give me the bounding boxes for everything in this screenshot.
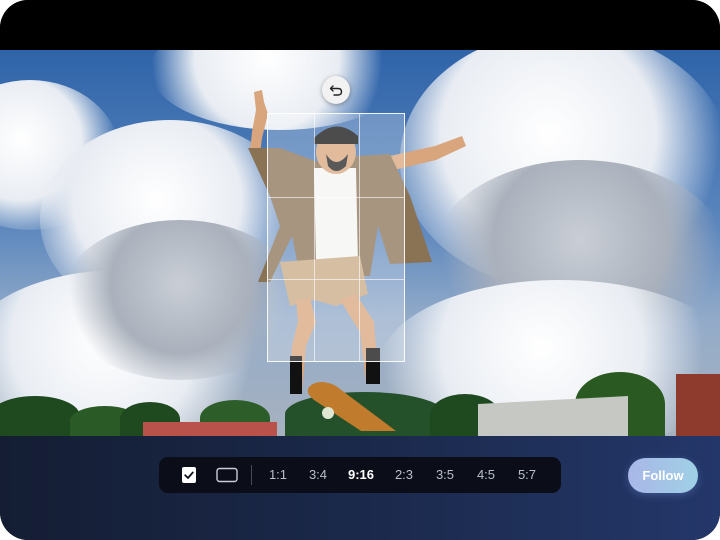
rectangle-frame-icon	[216, 467, 238, 483]
ratio-option-9-16[interactable]: 9:16	[338, 457, 384, 493]
crop-selection-box[interactable]	[267, 113, 405, 362]
crop-grid-line	[268, 197, 404, 198]
toolbar-divider	[251, 465, 252, 485]
follow-button[interactable]: Follow	[628, 458, 698, 493]
confirm-crop-button[interactable]	[171, 457, 207, 493]
crop-grid-line	[268, 279, 404, 280]
crop-grid-line	[359, 114, 360, 361]
freeform-ratio-button[interactable]	[209, 457, 245, 493]
ratio-option-3-5[interactable]: 3:5	[424, 457, 466, 493]
ratio-option-4-5[interactable]: 4:5	[466, 457, 506, 493]
aspect-ratio-toolbar: 1:1 3:4 9:16 2:3 3:5 4:5 5:7	[159, 457, 561, 493]
photo-canvas[interactable]	[0, 50, 720, 436]
undo-button[interactable]	[322, 76, 350, 104]
top-bar	[0, 0, 720, 50]
ratio-option-2-3[interactable]: 2:3	[384, 457, 424, 493]
app-frame: 1:1 3:4 9:16 2:3 3:5 4:5 5:7 Follow	[0, 0, 720, 540]
checkbox-check-icon	[182, 467, 196, 483]
ratio-option-3-4[interactable]: 3:4	[298, 457, 338, 493]
crop-grid-line	[314, 114, 315, 361]
ratio-option-5-7[interactable]: 5:7	[506, 457, 548, 493]
ratio-option-1-1[interactable]: 1:1	[258, 457, 298, 493]
brick-building	[676, 374, 720, 436]
undo-arrow-icon	[329, 85, 343, 96]
